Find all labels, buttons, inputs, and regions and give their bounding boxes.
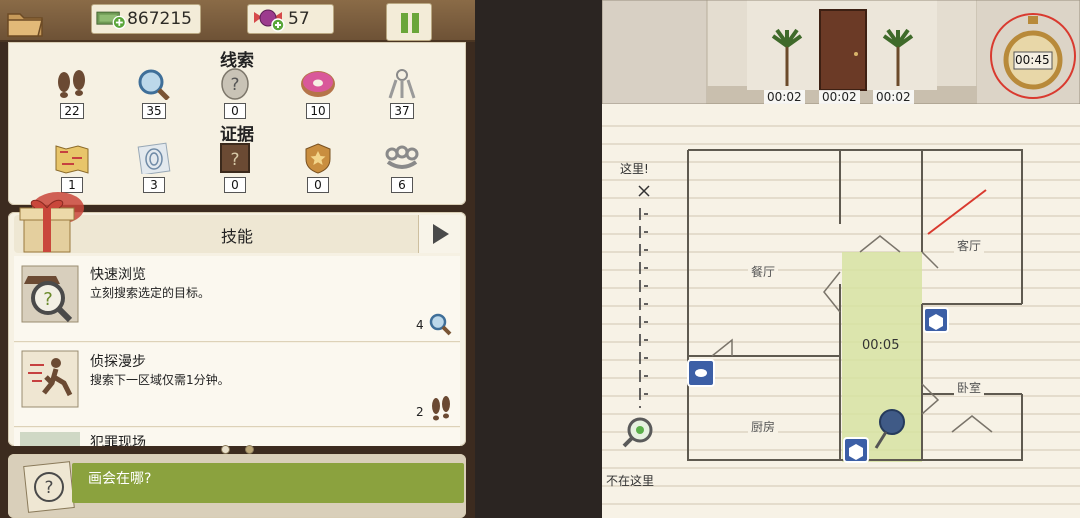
skill-name: 侦探漫步 (90, 354, 146, 370)
highlight-zone (842, 252, 922, 462)
case-panel: 867215 57 线索 证据 22 35 ? 0 10 37 1 3 ? 0 … (0, 0, 475, 518)
brass-knuckles-icon (385, 145, 419, 169)
objective-text: 画会在哪? (88, 471, 152, 487)
clue-unknown[interactable]: ? 0 (213, 68, 257, 119)
map-panel: 00:02 00:02 00:02 00:45 这里! 不在这里 00:05 餐… (602, 0, 1080, 518)
floor-plan (602, 125, 1080, 505)
room-kitchen[interactable]: 厨房 (748, 418, 779, 435)
mystery-photo-icon: ? (220, 143, 250, 173)
footprints-icon (432, 396, 450, 421)
detective-walk-skill-icon (21, 350, 79, 408)
clue-footprints[interactable]: 22 (50, 68, 94, 119)
folder-icon (7, 13, 43, 37)
evidence-badge[interactable]: 0 (296, 142, 340, 193)
door-timer: 00:02 (819, 90, 860, 104)
svg-text:?: ? (230, 75, 239, 95)
skill-description: 搜索下一区域仅需1分钟。 (90, 373, 230, 387)
evidence-unknown[interactable]: ? 0 (213, 142, 257, 193)
pause-button[interactable] (386, 3, 432, 41)
top-hud: 867215 57 (0, 0, 475, 42)
clue-magnifier[interactable]: 35 (132, 68, 176, 119)
scene-view: 00:02 00:02 00:02 00:45 (602, 0, 1080, 105)
police-badge-icon (305, 143, 331, 174)
objective-card: ? 画会在哪? (8, 454, 466, 518)
clue-count: 35 (142, 103, 166, 119)
skill-cost: 4 (416, 318, 424, 332)
door-timer: 00:02 (873, 90, 914, 104)
svg-text:?: ? (43, 289, 53, 310)
keyring-icon (388, 69, 416, 99)
skill-crime-scene[interactable]: 犯罪现场 (14, 428, 460, 446)
zone-timer: 00:05 (862, 338, 900, 353)
stopwatch-time: 00:45 (1015, 53, 1050, 67)
gems-counter[interactable]: 57 (247, 4, 334, 34)
pause-icon (401, 13, 408, 33)
skills-next-button[interactable] (418, 215, 460, 253)
magnifier-icon (138, 69, 170, 100)
skill-name: 快速浏览 (90, 267, 146, 283)
skill-description: 立刻搜索选定的目标。 (90, 286, 211, 300)
fingerprint-icon (137, 142, 171, 174)
clues-evidence-card: 线索 证据 22 35 ? 0 10 37 1 3 ? 0 0 6 (8, 42, 466, 205)
question-note-icon: ? (23, 461, 75, 513)
clue-donut[interactable]: 10 (296, 68, 340, 119)
magnifier-icon (429, 313, 452, 336)
question-egg-icon: ? (221, 68, 249, 100)
clue-count: 22 (60, 103, 84, 119)
gems-value: 57 (288, 9, 310, 29)
clue-count: 37 (390, 103, 414, 119)
clue-keys[interactable]: 37 (380, 68, 424, 119)
evidence-count: 3 (143, 177, 165, 193)
skill-cost: 2 (416, 405, 424, 419)
evidence-map[interactable]: 1 (50, 142, 94, 193)
svg-text:?: ? (230, 150, 239, 170)
room-living[interactable]: 客厅 (954, 237, 985, 254)
cash-counter[interactable]: 867215 (91, 4, 201, 34)
cash-value: 867215 (127, 9, 192, 29)
evidence-count: 6 (391, 177, 413, 193)
here-label: 这里! (620, 162, 649, 176)
evidence-knuckles[interactable]: 6 (380, 142, 424, 193)
case-folder-button[interactable] (4, 4, 48, 40)
page-dot-active[interactable] (221, 445, 230, 454)
quick-browse-skill-icon: ? (21, 265, 79, 323)
candy-add-icon (254, 9, 285, 32)
svg-text:?: ? (44, 478, 53, 498)
door-timer: 00:02 (764, 90, 805, 104)
skill-quick-browse[interactable]: ? 快速浏览 立刻搜索选定的目标。 4 (14, 256, 460, 342)
gift-box-icon[interactable] (10, 190, 90, 256)
evidence-fingerprint[interactable]: 3 (132, 142, 176, 193)
evidence-count: 0 (307, 177, 329, 193)
skill-name: 犯罪现场 (90, 435, 146, 446)
footprints-icon (58, 70, 85, 98)
map-icon (55, 145, 89, 174)
skill-detective-walk[interactable]: 侦探漫步 搜索下一区域仅需1分钟。 2 (14, 343, 460, 427)
room-dining[interactable]: 餐厅 (748, 263, 779, 280)
clue-count: 0 (224, 103, 246, 119)
donut-icon (301, 71, 335, 97)
room-bedroom[interactable]: 卧室 (954, 379, 985, 396)
not-here-label[interactable]: 不在这里 (606, 472, 654, 489)
clue-count: 10 (306, 103, 330, 119)
cash-add-icon (96, 11, 127, 30)
page-dot[interactable] (245, 445, 254, 454)
crime-scene-skill-icon (20, 432, 80, 446)
evidence-count: 0 (224, 177, 246, 193)
